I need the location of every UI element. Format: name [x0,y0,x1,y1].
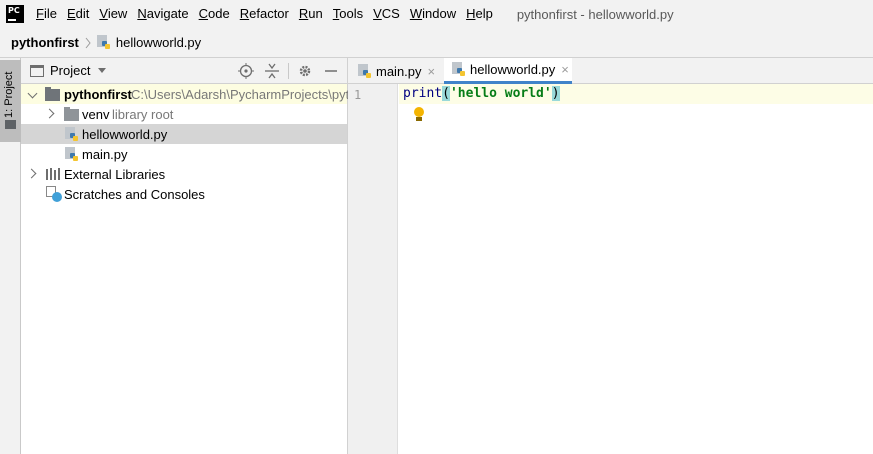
code-close-paren: ) [551,86,560,101]
minimize-icon[interactable] [321,62,341,80]
gear-icon[interactable] [295,62,315,80]
tree-venv-note: library root [112,107,174,122]
folder-icon [5,120,16,129]
project-view-icon [30,64,44,77]
chevron-right-icon[interactable] [46,108,56,118]
close-icon[interactable]: × [428,64,436,79]
project-tool-window-tab[interactable]: 1: Project [0,60,21,142]
code-open-paren: ( [442,86,450,101]
python-file-icon [65,127,79,142]
tree-file-hellowworld: hellowworld.py [82,127,168,142]
breadcrumb-file-label: hellowworld.py [115,35,202,50]
tab-main-py-label: main.py [376,63,422,79]
python-file-icon [358,63,372,79]
tab-main-py[interactable]: main.py × [358,58,444,84]
folder-icon [45,87,60,101]
menu-view[interactable]: View [95,0,131,28]
tree-row-hellowworld[interactable]: hellowworld.py [21,124,347,144]
folder-icon [64,107,79,121]
breadcrumb-file[interactable]: hellowworld.py [96,35,202,50]
collapse-all-icon[interactable] [262,62,282,80]
menu-bar: PC File Edit View Navigate Code Refactor… [0,0,873,28]
tree-root-name: pythonfirst [64,87,132,102]
breadcrumb-project[interactable]: pythonfirst [11,35,79,50]
python-file-icon [96,35,111,50]
chevron-right-icon[interactable] [28,168,38,178]
project-panel-title[interactable]: Project [50,63,90,78]
code-string: 'hello world' [449,86,552,101]
left-tool-strip: 1: Project [0,58,21,454]
tree-external-libraries: External Libraries [64,167,166,182]
code-editor[interactable]: print('hello world') [399,84,873,454]
editor-area: main.py × hellowworld.py × 1 print('hell… [348,58,873,454]
tree-root-path: C:\Users\Adarsh\PycharmProjects\pytho [131,87,364,102]
breadcrumb-separator-icon [85,37,91,49]
tree-row-root[interactable]: pythonfirst C:\Users\Adarsh\PycharmProje… [21,84,364,104]
code-function: print [403,86,443,101]
editor-tab-bar: main.py × hellowworld.py × [348,58,873,84]
menu-tools[interactable]: Tools [329,0,367,28]
chevron-down-icon[interactable] [28,88,38,98]
tree-row-venv[interactable]: venv library root [21,104,347,124]
locate-target-icon[interactable] [236,62,256,80]
tab-hellowworld-py[interactable]: hellowworld.py × [444,58,572,84]
close-icon[interactable]: × [561,62,569,77]
window-title: pythonfirst - hellowworld.py [516,6,674,22]
tree-row-external-libraries[interactable]: External Libraries [21,164,347,184]
toolbar-divider [288,63,289,79]
chevron-down-icon[interactable] [98,68,107,73]
python-file-icon [65,147,79,162]
menu-code[interactable]: Code [195,0,234,28]
scratches-icon [46,186,62,202]
project-panel: Project pythonfirst C:\Users\Adarsh\Pych… [21,58,364,454]
menu-file[interactable]: File [32,0,61,28]
line-number: 1 [354,88,362,102]
tree-scratches: Scratches and Consoles [64,187,205,202]
project-panel-header: Project [21,58,347,84]
menu-window[interactable]: Window [406,0,460,28]
library-icon [46,168,62,180]
tree-row-main[interactable]: main.py [21,144,347,164]
python-file-icon [452,62,466,77]
navigation-bar: pythonfirst hellowworld.py [0,28,873,58]
lightbulb-icon[interactable] [412,107,426,123]
menu-vcs[interactable]: VCS [369,0,404,28]
pycharm-logo-icon: PC [6,5,24,23]
tab-hellowworld-py-label: hellowworld.py [470,62,556,77]
editor-gutter: 1 [348,84,398,454]
tree-venv-name: venv [82,107,110,122]
menu-edit[interactable]: Edit [63,0,93,28]
menu-run[interactable]: Run [295,0,327,28]
menu-help[interactable]: Help [462,0,497,28]
code-line[interactable]: print('hello world') [403,86,560,101]
tree-file-main: main.py [82,147,128,162]
menu-navigate[interactable]: Navigate [133,0,192,28]
tree-row-scratches[interactable]: Scratches and Consoles [21,184,347,204]
project-tree: pythonfirst C:\Users\Adarsh\PycharmProje… [21,84,364,204]
project-tool-window-label: 1: Project [3,71,15,118]
menu-refactor[interactable]: Refactor [236,0,293,28]
